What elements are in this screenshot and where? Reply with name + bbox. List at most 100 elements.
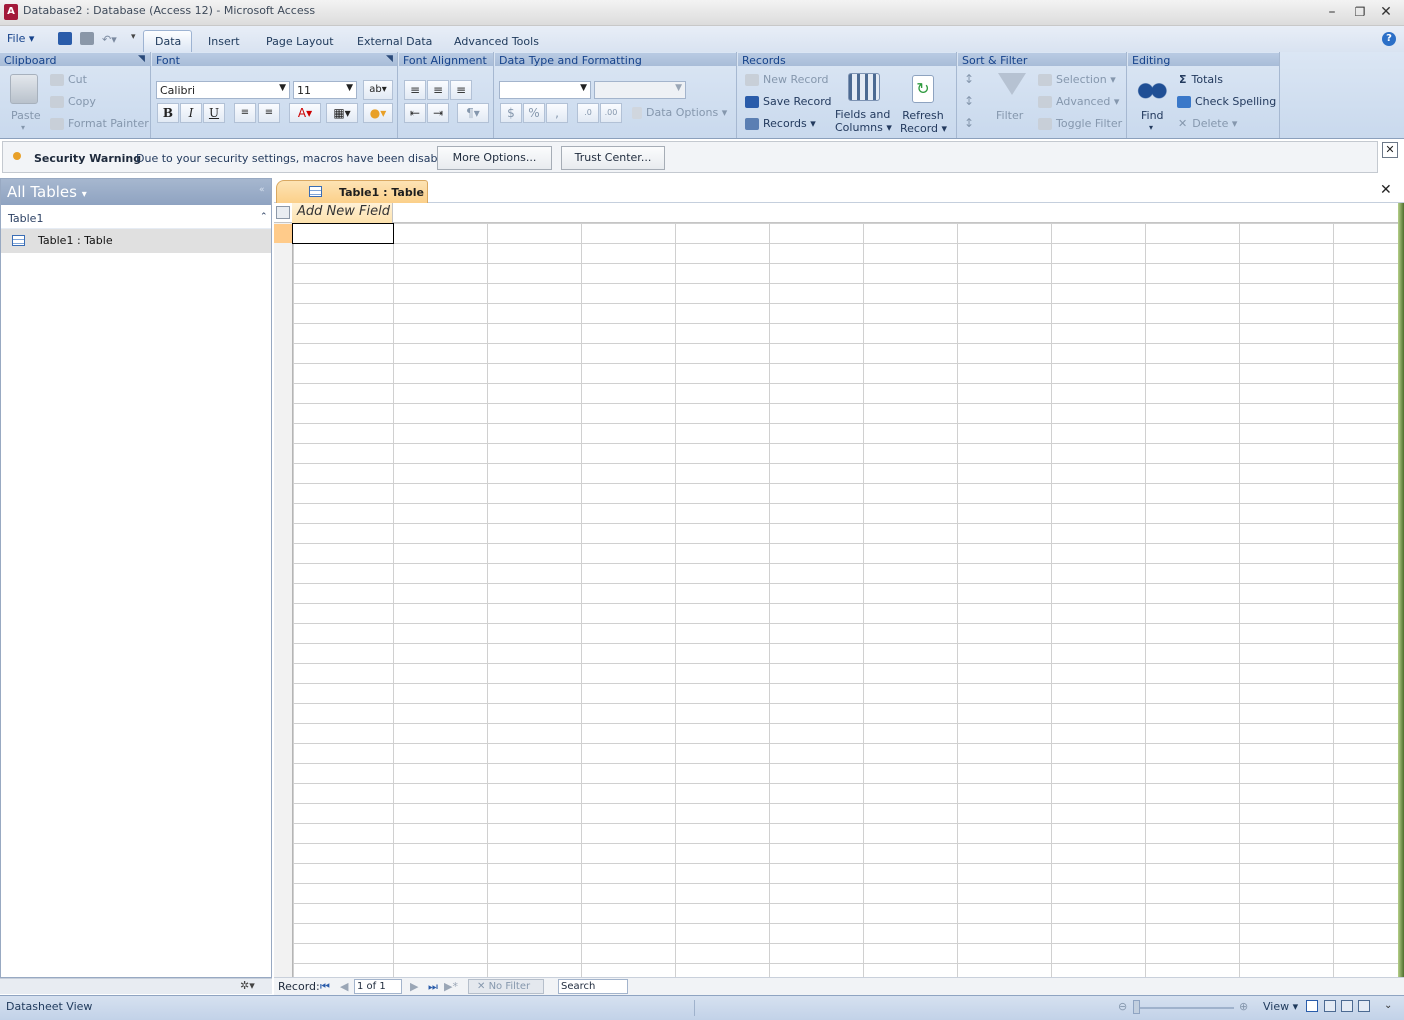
nav-item-table1[interactable]: Table1 : Table	[1, 229, 271, 253]
filter-indicator[interactable]: ✕ No Filter	[468, 979, 544, 994]
last-record-icon[interactable]: ⏭	[428, 980, 438, 994]
undo-icon[interactable]: ↶▾	[102, 33, 124, 46]
clipboard-launcher-icon[interactable]: ◥	[138, 54, 148, 64]
previous-record-icon[interactable]: ◀	[340, 980, 348, 993]
more-options-button[interactable]: More Options...	[437, 146, 552, 170]
close-document-icon[interactable]: ✕	[1380, 182, 1392, 198]
add-new-field-header[interactable]: Add New Field	[292, 203, 393, 223]
help-icon[interactable]: ?	[1382, 32, 1396, 46]
zoom-out-icon[interactable]: ⊖	[1118, 1000, 1127, 1013]
find-button[interactable]: Find	[1141, 109, 1164, 122]
fill-color-button[interactable]: ●▾	[363, 103, 393, 123]
nav-options-icon[interactable]: ✲▾	[240, 979, 255, 992]
align-right-icon[interactable]: ≡	[450, 80, 472, 100]
collapse-group-icon[interactable]: ⌃	[260, 212, 268, 222]
first-record-icon[interactable]: ⏮	[320, 980, 330, 994]
increase-indent-icon[interactable]: ⇥	[427, 103, 449, 123]
decrease-decimals-icon[interactable]: .00	[600, 103, 622, 123]
data-options-button[interactable]: Data Options ▾	[632, 106, 727, 119]
trust-center-button[interactable]: Trust Center...	[561, 146, 665, 170]
records-menu-button[interactable]: Records ▾	[745, 117, 816, 130]
warning-icon	[13, 152, 21, 160]
design-view-icon[interactable]	[1358, 1000, 1370, 1012]
tab-page-layout[interactable]: Page Layout	[266, 35, 334, 48]
paste-button[interactable]: Paste	[11, 109, 41, 122]
file-menu-button[interactable]: File ▾	[7, 32, 34, 45]
view-menu[interactable]: View ▾	[1263, 1000, 1298, 1013]
increase-decimals-icon[interactable]: .0	[577, 103, 599, 123]
save-icon[interactable]	[58, 32, 72, 45]
font-size-select[interactable]: 11 ▼	[293, 81, 357, 99]
percent-button[interactable]: %	[523, 103, 545, 123]
active-cell[interactable]	[292, 223, 394, 244]
underline-button[interactable]: U	[203, 103, 225, 123]
check-spelling-button[interactable]: Check Spelling	[1177, 95, 1276, 108]
close-message-bar-icon[interactable]: ✕	[1382, 142, 1398, 158]
paste-dropdown-icon[interactable]: ▾	[21, 123, 25, 132]
fields-columns-button[interactable]: Fields and Columns ▾	[835, 108, 892, 134]
restore-icon[interactable]: ❐	[1349, 2, 1371, 22]
copy-button[interactable]: Copy	[50, 95, 96, 108]
bold-button[interactable]: B	[157, 103, 179, 123]
find-dropdown-icon[interactable]: ▾	[1149, 123, 1153, 132]
new-record-button[interactable]: New Record	[745, 73, 829, 86]
select-all-icon[interactable]	[276, 206, 290, 219]
access-app-icon[interactable]: A	[4, 4, 18, 20]
font-name-select[interactable]: Calibri ▼	[156, 81, 290, 99]
numbered-list-icon[interactable]: ≡	[234, 103, 256, 123]
minimize-icon[interactable]: –	[1321, 2, 1343, 22]
data-type-select[interactable]: ▼	[499, 81, 591, 99]
toggle-filter-button[interactable]: Toggle Filter	[1038, 117, 1122, 130]
align-left-icon[interactable]: ≡	[404, 80, 426, 100]
format-painter-button[interactable]: Format Painter	[50, 117, 149, 130]
text-direction-icon[interactable]: ¶▾	[457, 103, 489, 123]
refresh-record-button[interactable]: Refresh Record ▾	[900, 109, 947, 135]
tab-insert[interactable]: Insert	[208, 35, 240, 48]
currency-button[interactable]: $	[500, 103, 522, 123]
gridlines-button[interactable]: ▦▾	[326, 103, 358, 123]
cut-button[interactable]: Cut	[50, 73, 87, 86]
selection-button[interactable]: Selection ▾	[1038, 73, 1116, 86]
comma-button[interactable]: ,	[546, 103, 568, 123]
print-icon[interactable]	[80, 32, 94, 45]
tab-data[interactable]: Data	[155, 35, 181, 48]
advanced-filter-button[interactable]: Advanced ▾	[1038, 95, 1119, 108]
decrease-indent-icon[interactable]: ⇤	[404, 103, 426, 123]
save-record-button[interactable]: Save Record	[745, 95, 832, 108]
pivotchart-view-icon[interactable]	[1341, 1000, 1353, 1012]
bullet-list-icon[interactable]: ≡	[258, 103, 280, 123]
sort-ascending-icon[interactable]: ↕	[964, 72, 974, 86]
highlight-color-button[interactable]: ab▾	[363, 80, 393, 100]
nav-pane-header[interactable]: All Tables ▾	[1, 179, 271, 205]
sort-descending-icon[interactable]: ↕	[964, 94, 974, 108]
record-selector-column[interactable]	[274, 203, 293, 977]
datasheet-grid[interactable]: Add New Field	[274, 203, 1400, 977]
italic-button[interactable]: I	[180, 103, 202, 123]
delete-button[interactable]: ✕ Delete ▾	[1178, 117, 1237, 130]
totals-button[interactable]: Σ Totals	[1179, 73, 1223, 86]
search-input[interactable]: Search	[558, 979, 628, 994]
document-tab-table1[interactable]: Table1 : Table	[276, 180, 428, 203]
shutter-bar-icon[interactable]: «	[259, 185, 265, 195]
format-select[interactable]: ▼	[594, 81, 686, 99]
current-record-selector[interactable]	[274, 224, 293, 243]
next-record-icon[interactable]: ▶	[410, 980, 418, 993]
new-record-nav-icon[interactable]: ▶*	[444, 980, 458, 993]
customize-qat-icon[interactable]: ▾	[131, 32, 141, 45]
close-icon[interactable]: ✕	[1375, 2, 1397, 22]
nav-group-header[interactable]: Table1	[1, 207, 271, 229]
clear-sort-icon[interactable]: ↕	[964, 116, 974, 130]
tab-external-data[interactable]: External Data	[357, 35, 432, 48]
status-options-icon[interactable]: ⌄	[1384, 1000, 1392, 1011]
align-center-icon[interactable]: ≡	[427, 80, 449, 100]
datasheet-view-icon[interactable]	[1306, 1000, 1318, 1012]
tab-advanced-tools[interactable]: Advanced Tools	[454, 35, 539, 48]
font-launcher-icon[interactable]: ◥	[386, 54, 396, 64]
zoom-in-icon[interactable]: ⊕	[1239, 1000, 1248, 1013]
filter-button[interactable]: Filter	[996, 109, 1023, 122]
current-record-input[interactable]: 1 of 1	[354, 979, 402, 994]
font-color-button[interactable]: A▾	[289, 103, 321, 123]
zoom-slider-thumb[interactable]	[1133, 1000, 1140, 1014]
zoom-slider[interactable]	[1134, 1007, 1234, 1009]
pivottable-view-icon[interactable]	[1324, 1000, 1336, 1012]
